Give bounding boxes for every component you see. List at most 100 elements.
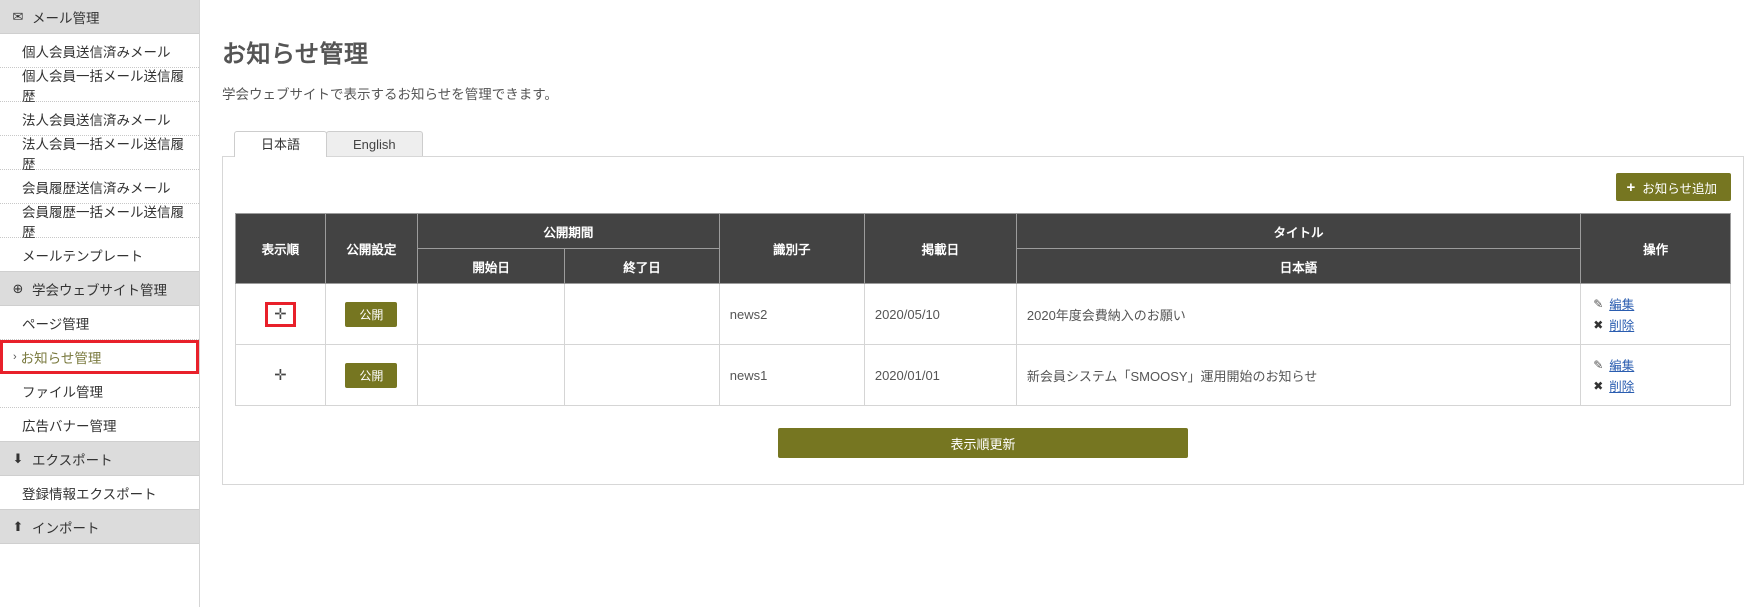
sidebar-item-label: お知らせ管理 [20,351,102,366]
chevron-right-icon: › [13,351,17,363]
sidebar-item-2-1[interactable]: ページ管理 [0,306,199,340]
cell-identifier: news2 [718,283,865,345]
pencil-icon: ✎ [1593,357,1604,372]
update-order-button[interactable]: 表示順更新 [778,428,1188,458]
sidebar-group-1[interactable]: ✉ メール管理 [0,0,199,34]
sidebar-group-label: メール管理 [32,10,100,26]
cell-period-start [416,344,566,406]
sidebar-group-3[interactable]: ⬇ エクスポート [0,442,199,476]
sidebar-item-1-3[interactable]: 法人会員送信済みメール [0,102,199,136]
sidebar-item-1-5[interactable]: 会員履歴送信済みメール [0,170,199,204]
cell-posted-date: 2020/01/01 [863,344,1017,406]
table-body: ✛ 公開 news2 2020/05/10 2020年度会費納入のお願い ✎ 編集 ✖ 削除 ✛ 公… [235,283,1731,406]
notice-panel: + お知らせ追加 表示順 公開設定 公開期間 識別子 掲載日 タイトル 操作 開… [222,156,1744,485]
page-description: 学会ウェブサイトで表示するお知らせを管理できます。 [222,87,558,102]
status-badge[interactable]: 公開 [345,301,398,327]
sidebar-item-label: 広告バナー管理 [22,418,117,434]
th-order: 表示順 [235,213,326,284]
tab-2[interactable]: English [326,131,423,157]
cell-period-end [564,283,720,345]
plus-icon: + [1626,178,1636,196]
sidebar-item-2-4[interactable]: 広告バナー管理 [0,408,199,442]
sidebar-item-1-1[interactable]: 個人会員送信済みメール [0,34,199,68]
table-row: ✛ 公開 news1 2020/01/01 新会員システム「SMOOSY」運用開始のお知… [235,344,1731,406]
cross-icon: ✖ [1593,317,1604,332]
upload-icon: ⬆ [12,518,24,534]
sidebar-item-label: ページ管理 [22,316,90,332]
status-badge[interactable]: 公開 [345,362,398,388]
th-period-start: 開始日 [416,248,566,284]
sidebar-group-label: インポート [32,520,100,536]
sidebar-item-label: 会員履歴送信済みメール [22,180,171,196]
panel-toolbar: + お知らせ追加 [235,173,1731,213]
cell-identifier: news1 [718,344,865,406]
sidebar-item-label: 法人会員一括メール送信履歴 [22,136,184,172]
cell-operations: ✎ 編集 ✖ 削除 [1580,344,1731,406]
edit-label: 編集 [1609,359,1635,373]
notice-table: 表示順 公開設定 公開期間 識別子 掲載日 タイトル 操作 開始日 終了日 日本… [235,213,1731,406]
mail-icon: ✉ [12,8,24,24]
sidebar-item-1-6[interactable]: 会員履歴一括メール送信履歴 [0,204,199,240]
edit-label: 編集 [1609,298,1635,312]
th-operations: 操作 [1580,213,1731,284]
sidebar-item-label: メールテンプレート [22,248,144,264]
download-icon: ⬇ [12,450,24,466]
sidebar: ✉ メール管理個人会員送信済みメール個人会員一括メール送信履歴法人会員送信済みメー… [0,0,200,607]
th-period: 公開期間 [416,213,720,249]
cell-title: 2020年度会費納入のお願い [1015,283,1582,345]
sidebar-item-label: 法人会員送信済みメール [22,112,171,128]
delete-label: 削除 [1609,319,1635,333]
delete-label: 削除 [1609,380,1635,394]
th-posted-date: 掲載日 [863,213,1017,284]
sidebar-group-label: エクスポート [32,452,113,468]
drag-handle-icon[interactable]: ✛ [270,366,291,385]
th-period-end: 終了日 [564,248,720,284]
cell-posted-date: 2020/05/10 [863,283,1017,345]
cell-order: ✛ [235,344,326,406]
sidebar-item-label: 会員履歴一括メール送信履歴 [22,204,184,240]
sidebar-group-4[interactable]: ⬆ インポート [0,510,199,544]
admin-page: ✉ メール管理個人会員送信済みメール個人会員一括メール送信履歴法人会員送信済みメー… [0,0,1764,607]
table-header-row-1: 表示順 公開設定 公開期間 識別子 掲載日 タイトル 操作 [235,213,1731,284]
delete-link[interactable]: ✖ 削除 [1591,315,1720,334]
sidebar-group-2[interactable]: ⊕ 学会ウェブサイト管理 [0,272,199,306]
drag-handle-icon[interactable]: ✛ [265,301,296,327]
language-tabs: 日本語 English [234,131,1764,157]
panel-footer: 表示順更新 [235,428,1731,458]
cell-publish-setting: 公開 [324,283,418,345]
cell-operations: ✎ 編集 ✖ 削除 [1580,283,1731,345]
edit-link[interactable]: ✎ 編集 [1591,294,1720,313]
sidebar-item-3-1[interactable]: 登録情報エクスポート [0,476,199,510]
edit-link[interactable]: ✎ 編集 [1591,355,1720,374]
pencil-icon: ✎ [1593,296,1604,311]
sidebar-item-label: ファイル管理 [22,384,103,400]
th-publish-setting: 公開設定 [324,213,418,284]
sidebar-item-1-4[interactable]: 法人会員一括メール送信履歴 [0,136,199,172]
table-head: 表示順 公開設定 公開期間 識別子 掲載日 タイトル 操作 開始日 終了日 日本… [235,213,1731,284]
sidebar-item-2-2[interactable]: › お知らせ管理 [0,340,199,374]
th-title-language: 日本語 [1015,248,1582,284]
sidebar-item-label: 登録情報エクスポート [22,486,157,502]
sidebar-item-label: 個人会員一括メール送信履歴 [22,68,184,104]
sidebar-item-label: 個人会員送信済みメール [22,44,171,60]
table-row: ✛ 公開 news2 2020/05/10 2020年度会費納入のお願い ✎ 編集 ✖ 削除 [235,283,1731,345]
cell-publish-setting: 公開 [324,344,418,406]
cell-title: 新会員システム「SMOOSY」運用開始のお知らせ [1015,344,1582,406]
globe-icon: ⊕ [12,280,24,296]
tab-1[interactable]: 日本語 [234,131,328,157]
sidebar-group-label: 学会ウェブサイト管理 [32,282,167,298]
cell-period-start [416,283,566,345]
th-title: タイトル [1015,213,1582,249]
add-notice-button[interactable]: + お知らせ追加 [1616,173,1731,201]
delete-link[interactable]: ✖ 削除 [1591,376,1720,395]
main-content: お知らせ管理 学会ウェブサイトで表示するお知らせを管理できます。 日本語 Engl… [200,0,1764,607]
page-title: お知らせ管理 [222,41,369,68]
th-identifier: 識別子 [718,213,865,284]
cross-icon: ✖ [1593,378,1604,393]
sidebar-item-1-2[interactable]: 個人会員一括メール送信履歴 [0,68,199,104]
cell-order: ✛ [235,283,326,345]
sidebar-item-1-7[interactable]: メールテンプレート [0,238,199,272]
add-notice-label: お知らせ追加 [1642,181,1717,196]
cell-period-end [564,344,720,406]
sidebar-item-2-3[interactable]: ファイル管理 [0,374,199,408]
